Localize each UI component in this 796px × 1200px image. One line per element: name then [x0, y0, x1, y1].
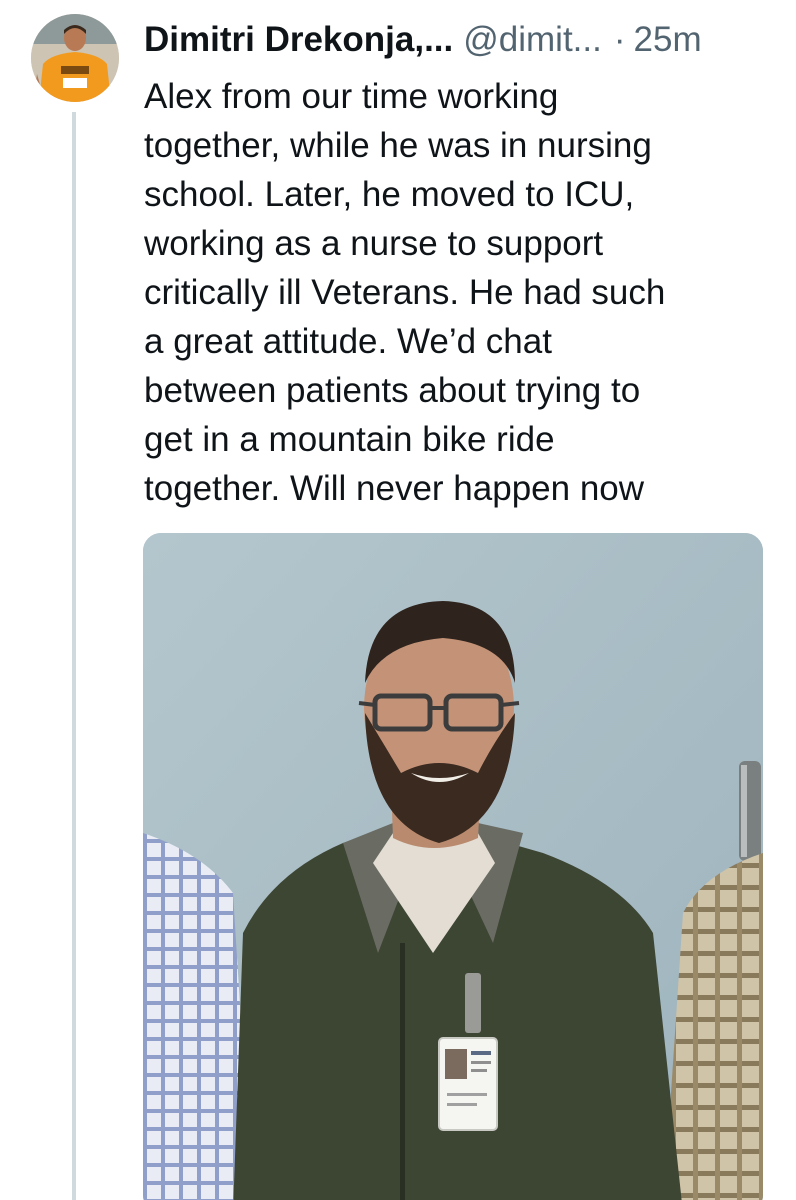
- display-name[interactable]: Dimitri Drekonja,...: [144, 18, 453, 62]
- timestamp[interactable]: 25m: [634, 18, 702, 62]
- separator-dot: ·: [613, 20, 626, 59]
- tweet-text-line: critically ill Veterans. He had such: [144, 273, 666, 312]
- tweet-text-line: together, while he was in nursing: [144, 126, 652, 165]
- photo-image: [143, 533, 763, 1200]
- tweet-header: Dimitri Drekonja,... @dimit... · 25m: [144, 18, 702, 62]
- tweet-text-line: together. Will never happen now: [144, 469, 645, 508]
- tweet-photo[interactable]: [143, 533, 763, 1200]
- tweet-text-line: school. Later, he moved to ICU,: [144, 175, 635, 214]
- tweet-text-line: Alex from our time working: [144, 77, 559, 116]
- tweet-text: Alex from our time working together, whi…: [144, 72, 764, 513]
- avatar-image: [31, 14, 119, 102]
- tweet[interactable]: Dimitri Drekonja,... @dimit... · 25m Ale…: [0, 0, 796, 1200]
- user-handle[interactable]: @dimit...: [463, 18, 602, 62]
- avatar[interactable]: [31, 14, 119, 102]
- tweet-text-line: between patients about trying to: [144, 371, 641, 410]
- thread-line: [72, 112, 76, 1200]
- tweet-text-line: get in a mountain bike ride: [144, 420, 555, 459]
- tweet-text-line: a great attitude. We’d chat: [144, 322, 552, 361]
- tweet-text-line: working as a nurse to support: [144, 224, 604, 263]
